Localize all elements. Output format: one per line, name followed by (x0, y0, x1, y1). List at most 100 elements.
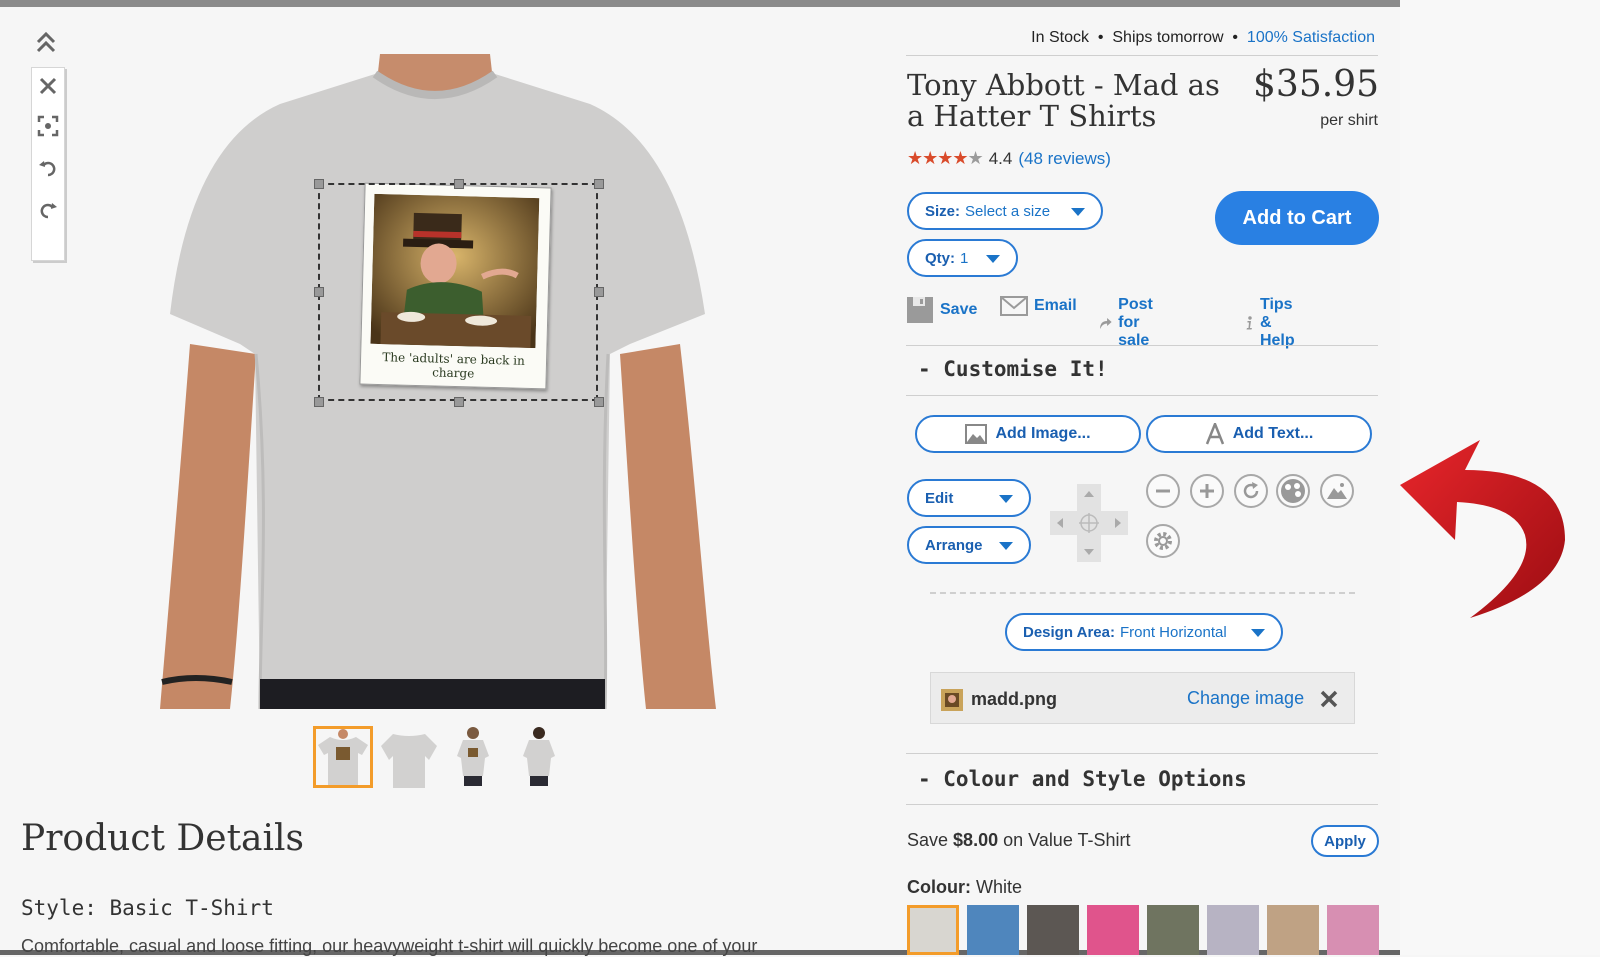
floppy-disk-icon (907, 297, 933, 323)
colour-value: White (976, 877, 1023, 897)
product-title: Tony Abbott - Mad as a Hatter T Shirts (907, 68, 1220, 133)
zoom-in-button[interactable] (1190, 474, 1224, 508)
fit-frame-icon (37, 115, 59, 137)
colour-swatches (907, 905, 1382, 955)
file-name: madd.png (971, 689, 1057, 709)
change-image-link[interactable]: Change image (1187, 688, 1304, 709)
resize-handle-bl[interactable] (314, 397, 324, 407)
divider (906, 395, 1378, 396)
divider (906, 345, 1378, 346)
thumbnail-front-design[interactable] (313, 726, 373, 788)
design-area-select[interactable]: Design Area: Front Horizontal (1005, 613, 1283, 651)
colour-style-heading[interactable]: - Colour and Style Options (918, 767, 1247, 791)
envelope-icon (1000, 296, 1028, 316)
swatch-lavender[interactable] (1207, 905, 1259, 955)
swatch-white[interactable] (907, 905, 959, 955)
redo-button[interactable] (32, 194, 64, 226)
file-thumbnail (941, 689, 963, 711)
image-adjust-button[interactable] (1320, 474, 1354, 508)
view-thumbnails (313, 726, 573, 791)
resize-handle-b[interactable] (454, 397, 464, 407)
save-label: Save (940, 301, 978, 318)
colour-label: Colour: (907, 877, 971, 897)
chevron-down-icon (986, 255, 1000, 263)
resize-handle-tl[interactable] (314, 179, 324, 189)
price-unit: per shirt (1320, 112, 1378, 129)
swatch-pink[interactable] (1087, 905, 1139, 955)
add-image-button[interactable]: Add Image... (915, 415, 1141, 453)
toolbar-panel (31, 67, 65, 261)
chevron-down-icon (1251, 629, 1265, 637)
image-icon (965, 424, 988, 444)
qty-select[interactable]: Qty: 1 (907, 239, 1018, 277)
separator-dot: • (1232, 29, 1239, 46)
qty-label: Qty: (925, 249, 955, 267)
swatch-tan[interactable] (1267, 905, 1319, 955)
resize-handle-r[interactable] (594, 287, 604, 297)
undo-button[interactable] (32, 152, 64, 184)
tips-label: Tips & Help (1259, 296, 1295, 349)
swatch-olive[interactable] (1147, 905, 1199, 955)
delete-element-button[interactable] (32, 70, 64, 102)
zoom-out-button[interactable] (1146, 474, 1180, 508)
product-rating: ★★★★★ 4.4 (48 reviews) (907, 148, 1111, 169)
text-letter-a-icon (1205, 423, 1224, 445)
thumbnail-model-back[interactable] (509, 726, 569, 788)
email-button[interactable]: Email (1000, 296, 1077, 316)
add-image-label: Add Image... (995, 425, 1091, 442)
settings-button[interactable] (1146, 524, 1180, 558)
palette-icon (1281, 479, 1305, 503)
product-price: $35.95 (1253, 64, 1379, 105)
divider (906, 804, 1378, 805)
redo-icon (40, 203, 57, 219)
gear-icon (1154, 532, 1172, 550)
product-description: Comfortable, casual and loose fitting, o… (21, 936, 758, 956)
resize-handle-br[interactable] (594, 397, 604, 407)
satisfaction-link[interactable]: 100% Satisfaction (1247, 29, 1375, 46)
swatch-light-pink[interactable] (1327, 905, 1379, 955)
rating-value: 4.4 (988, 148, 1013, 168)
remove-image-icon[interactable] (1319, 689, 1339, 709)
post-label: Post for sale (1118, 296, 1153, 349)
add-to-cart-button[interactable]: Add to Cart (1215, 191, 1379, 245)
thumbnail-back[interactable] (379, 726, 439, 788)
collapse-toolbar-button[interactable] (31, 27, 61, 57)
plus-icon (1200, 484, 1214, 498)
add-text-button[interactable]: Add Text... (1146, 415, 1372, 453)
save-button[interactable]: Save (906, 296, 977, 324)
size-label: Size: (925, 202, 961, 220)
design-selection-box[interactable] (318, 183, 598, 401)
post-for-sale-button[interactable]: Post for sale (1098, 296, 1167, 350)
nudge-pad[interactable] (1050, 484, 1128, 562)
design-area-label: Design Area: (1023, 623, 1115, 641)
thumbnail-model-front[interactable] (443, 726, 503, 788)
apply-button[interactable]: Apply (1311, 825, 1379, 857)
undo-icon (39, 161, 56, 177)
landscape-icon (1327, 483, 1347, 499)
rotate-button[interactable] (1234, 474, 1268, 508)
resize-handle-t[interactable] (454, 179, 464, 189)
separator-dot: • (1097, 29, 1104, 46)
add-text-label: Add Text... (1232, 425, 1314, 442)
divider (906, 55, 1378, 56)
window-top-border (0, 0, 1400, 7)
in-stock-text: In Stock (1031, 29, 1089, 46)
qty-value: 1 (960, 249, 969, 267)
colour-line: Colour: White (907, 877, 1022, 898)
resize-handle-l[interactable] (314, 287, 324, 297)
edit-dropdown[interactable]: Edit (907, 479, 1031, 517)
swatch-blue[interactable] (967, 905, 1019, 955)
rating-stars: ★★★★★ (907, 148, 984, 168)
fit-element-button[interactable] (32, 110, 64, 142)
tips-help-button[interactable]: Tips & Help (1245, 296, 1304, 350)
size-value: Select a size (965, 202, 1051, 220)
color-filter-button[interactable] (1276, 474, 1310, 508)
swatch-charcoal[interactable] (1027, 905, 1079, 955)
reviews-link[interactable]: (48 reviews) (1018, 149, 1111, 169)
arrange-dropdown[interactable]: Arrange (907, 526, 1031, 564)
chevron-down-icon (999, 542, 1013, 550)
customise-heading[interactable]: - Customise It! (918, 357, 1108, 381)
size-select[interactable]: Size: Select a size (907, 192, 1103, 230)
resize-handle-tr[interactable] (594, 179, 604, 189)
product-style: Style: Basic T-Shirt (21, 896, 274, 920)
